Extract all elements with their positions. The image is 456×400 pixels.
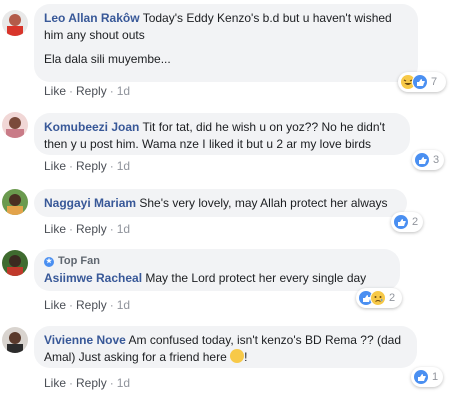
reaction-count: 1 [432,371,439,383]
like-icon [414,152,430,168]
comment-text: May the Lord protect her every single da… [142,271,367,285]
comment-actions: Like · Reply · 1d [44,84,131,98]
comment-bubble: Naggayi Mariam She's very lovely, may Al… [34,189,407,217]
like-link[interactable]: Like [44,84,66,98]
reply-link[interactable]: Reply [76,222,107,236]
comment-bubble: Komubeezi Joan Tit for tat, did he wish … [34,113,410,155]
top-fan-label: Top Fan [58,255,100,267]
reply-link[interactable]: Reply [76,84,107,98]
like-link[interactable]: Like [44,222,66,236]
like-link[interactable]: Like [44,298,66,312]
comment-text: Ela dala sili muyembe... [44,52,171,66]
avatar[interactable] [2,112,28,138]
comment-actions: Like · Reply · 1d [44,159,131,173]
like-link[interactable]: Like [44,159,66,173]
reaction-count: 7 [431,76,438,88]
comment-author[interactable]: Komubeezi Joan [44,120,139,134]
comment-bubble: Leo Allan Rakôw Today's Eddy Kenzo's b.d… [34,4,418,82]
sad-emoji-icon [370,290,386,306]
like-icon [412,74,428,90]
comment-text: Today's Eddy Kenzo's b.d but u haven't w… [139,11,392,25]
reaction-count: 3 [433,154,440,166]
top-fan-badge: ★ Top Fan [44,253,388,270]
comment-bubble: ★ Top Fan Asiimwe Racheal May the Lord p… [34,249,400,291]
reaction-summary[interactable]: 3 [412,150,444,170]
reaction-count: 2 [412,216,419,228]
comment-bubble: Vivienne Nove Am confused today, isn't k… [34,326,417,368]
comment-text: She's very lovely, may Allah protect her… [136,196,388,210]
top-fan-icon: ★ [44,256,54,267]
comment-text: Am confused today, isn't kenzo's BD Rema… [125,333,402,347]
reply-link[interactable]: Reply [76,159,107,173]
comment-text: him any shout outs [44,28,145,42]
comment-timestamp[interactable]: 1d [117,376,130,390]
comment-author[interactable]: Asiimwe Racheal [44,271,142,285]
comment-author[interactable]: Leo Allan Rakôw [44,11,140,25]
comment-timestamp[interactable]: 1d [117,298,130,312]
comment-timestamp[interactable]: 1d [117,222,130,236]
comment-author[interactable]: Naggayi Mariam [44,196,136,210]
avatar[interactable] [2,189,28,215]
comment-actions: Like · Reply · 1d [44,298,131,312]
avatar[interactable] [2,250,28,276]
comment-timestamp[interactable]: 1d [117,159,130,173]
reaction-count: 2 [389,292,396,304]
comment-text: then y u post him. Wama nze I liked it b… [44,137,372,151]
like-icon [413,369,429,385]
reaction-summary[interactable]: 2 [356,288,402,308]
comment-author[interactable]: Vivienne Nove [44,333,126,347]
comment-text: Amal) Just asking for a friend here [44,350,231,364]
comment-text: Tit for tat, did he wish u on yoz?? No h… [139,120,386,134]
comment-actions: Like · Reply · 1d [44,376,131,390]
reply-link[interactable]: Reply [76,298,107,312]
reaction-summary[interactable]: 7 [398,72,446,92]
comment-text: ! [244,350,248,364]
like-link[interactable]: Like [44,376,66,390]
grinning-emoji-icon [230,349,245,363]
avatar[interactable] [2,10,28,36]
comment-timestamp[interactable]: 1d [117,84,130,98]
like-icon [393,214,409,230]
comment-actions: Like · Reply · 1d [44,222,131,236]
reaction-summary[interactable]: 1 [411,367,443,387]
reaction-summary[interactable]: 2 [391,212,423,232]
avatar[interactable] [2,327,28,353]
reply-link[interactable]: Reply [76,376,107,390]
